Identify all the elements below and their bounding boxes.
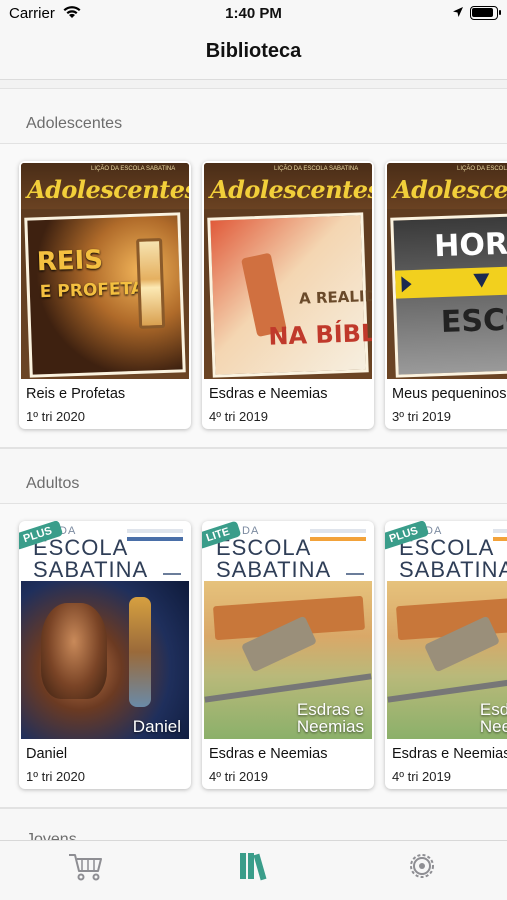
carousel-adultos[interactable]: PLUS DA ESCOLA SABATINA Daniel Daniel 1º… [0, 504, 507, 808]
carousel-adolescentes[interactable]: LIÇÃO DA ESCOLA SABATINA Adolescentes REI… [0, 144, 507, 448]
status-bar: Carrier 1:40 PM [0, 0, 507, 28]
location-arrow-icon [453, 7, 463, 17]
card-subtitle: 4º tri 2019 [209, 409, 268, 424]
section-title: Adolescentes [26, 115, 123, 132]
magazine-cover: LIÇÃO DA ESCOLA SABATINAAdolescentes HOR… [387, 163, 507, 379]
card-title: Esdras e Neemias [209, 386, 328, 402]
magazine-card[interactable]: LIÇÃO DA ESCOLA SABATINAAdolescentes HOR… [385, 161, 507, 429]
section-header-adultos: Adultos [0, 448, 507, 504]
cart-icon[interactable] [66, 849, 106, 883]
card-title: Esdras e Neemias [392, 746, 507, 762]
magazine-cover: DA ESCOLA SABATINA Esdras e Neemias [204, 523, 372, 739]
battery-icon [470, 6, 501, 20]
card-title: Reis e Profetas [26, 386, 126, 402]
card-subtitle: 4º tri 2019 [392, 769, 451, 784]
card-title: Meus pequeninos [392, 386, 507, 402]
magazine-card[interactable]: PLUS DA ESCOLA SABATINA Daniel Daniel 1º… [19, 521, 191, 789]
tab-bar [0, 840, 507, 900]
card-title: Esdras e Neemias [209, 746, 328, 762]
magazine-card[interactable]: LITE DA ESCOLA SABATINA Esdras e Neemias [202, 521, 374, 789]
magazine-cover: LIÇÃO DA ESCOLA SABATINA Adolescentes REI… [21, 163, 189, 379]
section-header-adolescentes: Adolescentes [0, 88, 507, 144]
card-subtitle: 3º tri 2019 [392, 409, 451, 424]
library-content[interactable]: Adolescentes LIÇÃO DA ESCOLA SABATINA Ado… [0, 80, 507, 840]
card-subtitle: 4º tri 2019 [209, 769, 268, 784]
card-subtitle: 1º tri 2020 [26, 409, 85, 424]
card-subtitle: 1º tri 2020 [26, 769, 85, 784]
clock: 1:40 PM [225, 5, 282, 22]
settings-icon[interactable] [402, 849, 442, 883]
section-title: Jovens [26, 831, 77, 840]
magazine-card[interactable]: PLUS DA ESCOLA SABATINA Esdras e Neemias [385, 521, 507, 789]
magazine-card[interactable]: LIÇÃO DA ESCOLA SABATINA Adolescentes A R… [202, 161, 374, 429]
page-title: Biblioteca [205, 40, 302, 62]
section-title: Adultos [26, 475, 80, 492]
magazine-cover: DA ESCOLA SABATINA Esdras e Neemias [387, 523, 507, 739]
card-title: Daniel [26, 746, 68, 762]
library-icon[interactable] [234, 849, 274, 883]
magazine-card[interactable]: LIÇÃO DA ESCOLA SABATINA Adolescentes REI… [19, 161, 191, 429]
magazine-cover: DA ESCOLA SABATINA Daniel [21, 523, 189, 739]
section-header-jovens: Jovens [0, 808, 507, 840]
magazine-cover: LIÇÃO DA ESCOLA SABATINA Adolescentes A R… [204, 163, 372, 379]
top-bar: Carrier 1:40 PM Biblioteca [0, 0, 507, 80]
